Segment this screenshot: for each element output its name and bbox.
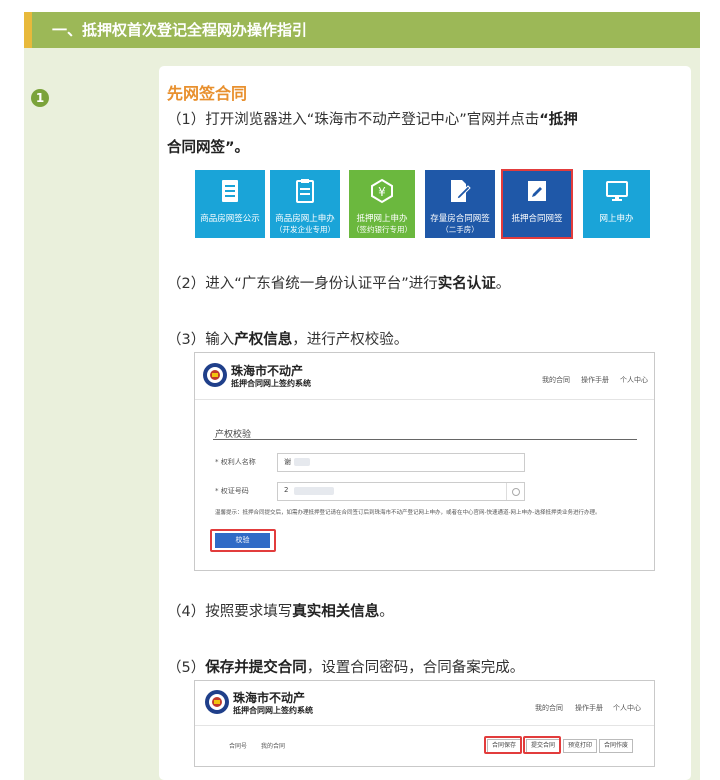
highlight-box xyxy=(210,529,276,552)
logo-emblem-icon xyxy=(204,689,230,719)
system-title: 珠海市不动产 xyxy=(233,691,306,705)
clipboard-icon xyxy=(270,178,340,204)
step-1-text: （1）打开浏览器进入“珠海市不动产登记中心”官网并点击“抵押 xyxy=(167,112,578,128)
nav-my-contracts[interactable]: 我的合同 xyxy=(535,703,563,713)
edit-doc-icon xyxy=(425,178,495,204)
tile-second-hand-contract-sign[interactable]: 存量房合同网签 （二手房） xyxy=(425,170,495,238)
form-title-divider xyxy=(213,439,637,440)
system-title: 珠海市不动产 xyxy=(231,364,304,378)
document-icon xyxy=(195,178,265,204)
field-label-owner: * 权利人名称 xyxy=(215,458,256,466)
banner-title: 一、抵押权首次登记全程网办操作指引 xyxy=(52,21,308,39)
step-3-text: （3）输入产权信息，进行产权校验。 xyxy=(167,332,409,348)
label-contract-no: 合同号 xyxy=(229,743,248,750)
preview-print-button[interactable]: 预览打印 xyxy=(563,739,597,753)
nav-my-contracts[interactable]: 我的合同 xyxy=(542,375,570,385)
blurred-value xyxy=(294,487,334,495)
blurred-value xyxy=(294,458,310,466)
svg-text:¥: ¥ xyxy=(378,185,386,199)
step-1-text-cont: 合同网签”。 xyxy=(167,140,250,156)
step-5-text: （5）保存并提交合同，设置合同密码，合同备案完成。 xyxy=(167,660,525,676)
tile-commercial-sign-public[interactable]: 商品房网签公示 xyxy=(195,170,265,238)
nav-personal-center[interactable]: 个人中心 xyxy=(613,703,641,713)
owner-name-input[interactable]: 谢 xyxy=(277,453,525,472)
cert-number-input[interactable]: 2 xyxy=(277,482,525,501)
screenshot-contract-page: 珠海市不动产 抵押合同网上签约系统 我的合同 操作手册 个人中心 合同号 我的合… xyxy=(194,680,655,767)
highlight-box-save xyxy=(484,736,522,754)
field-label-cert: * 权证号码 xyxy=(215,487,249,495)
yen-icon: ¥ xyxy=(349,178,415,204)
label-my-contract: 我的合同 xyxy=(261,743,286,750)
edit-doc-icon xyxy=(502,178,572,204)
monitor-icon xyxy=(583,178,650,204)
nav-manual[interactable]: 操作手册 xyxy=(575,703,603,713)
step-2-text: （2）进入“广东省统一身份认证平台”进行实名认证。 xyxy=(167,276,511,292)
tip-text: 温馨提示：抵押合同提交后，如需办理抵押登记请在合同签订后到珠海市不动产登记网上申… xyxy=(215,510,601,516)
nav-manual[interactable]: 操作手册 xyxy=(581,375,609,385)
tile-online-apply[interactable]: 网上申办 xyxy=(583,170,650,238)
step-number-badge: 1 xyxy=(31,89,49,107)
void-contract-button[interactable]: 合同作废 xyxy=(599,739,633,753)
clear-icon[interactable] xyxy=(506,483,524,500)
tile-mortgage-contract-sign[interactable]: 抵押合同网签 xyxy=(501,169,573,239)
section-banner: 一、抵押权首次登记全程网办操作指引 xyxy=(24,12,700,48)
tile-commercial-online-apply[interactable]: 商品房网上申办 （开发企业专用） xyxy=(270,170,340,238)
screenshot-verify-form: 珠海市不动产 抵押合同网上签约系统 我的合同 操作手册 个人中心 产权校验 * … xyxy=(194,352,655,571)
system-subtitle: 抵押合同网上签约系统 xyxy=(233,705,313,715)
tile-mortgage-online-apply[interactable]: ¥ 抵押网上申办 （签约银行专用） xyxy=(349,170,415,238)
logo-emblem-icon xyxy=(202,362,228,392)
section-heading: 先网签合同 xyxy=(167,84,248,103)
highlight-box-submit xyxy=(523,736,561,754)
step-4-text: （4）按照要求填写真实相关信息。 xyxy=(167,604,394,620)
system-subtitle: 抵押合同网上签约系统 xyxy=(231,378,311,388)
nav-personal-center[interactable]: 个人中心 xyxy=(620,375,648,385)
banner-accent-bar xyxy=(24,12,32,48)
